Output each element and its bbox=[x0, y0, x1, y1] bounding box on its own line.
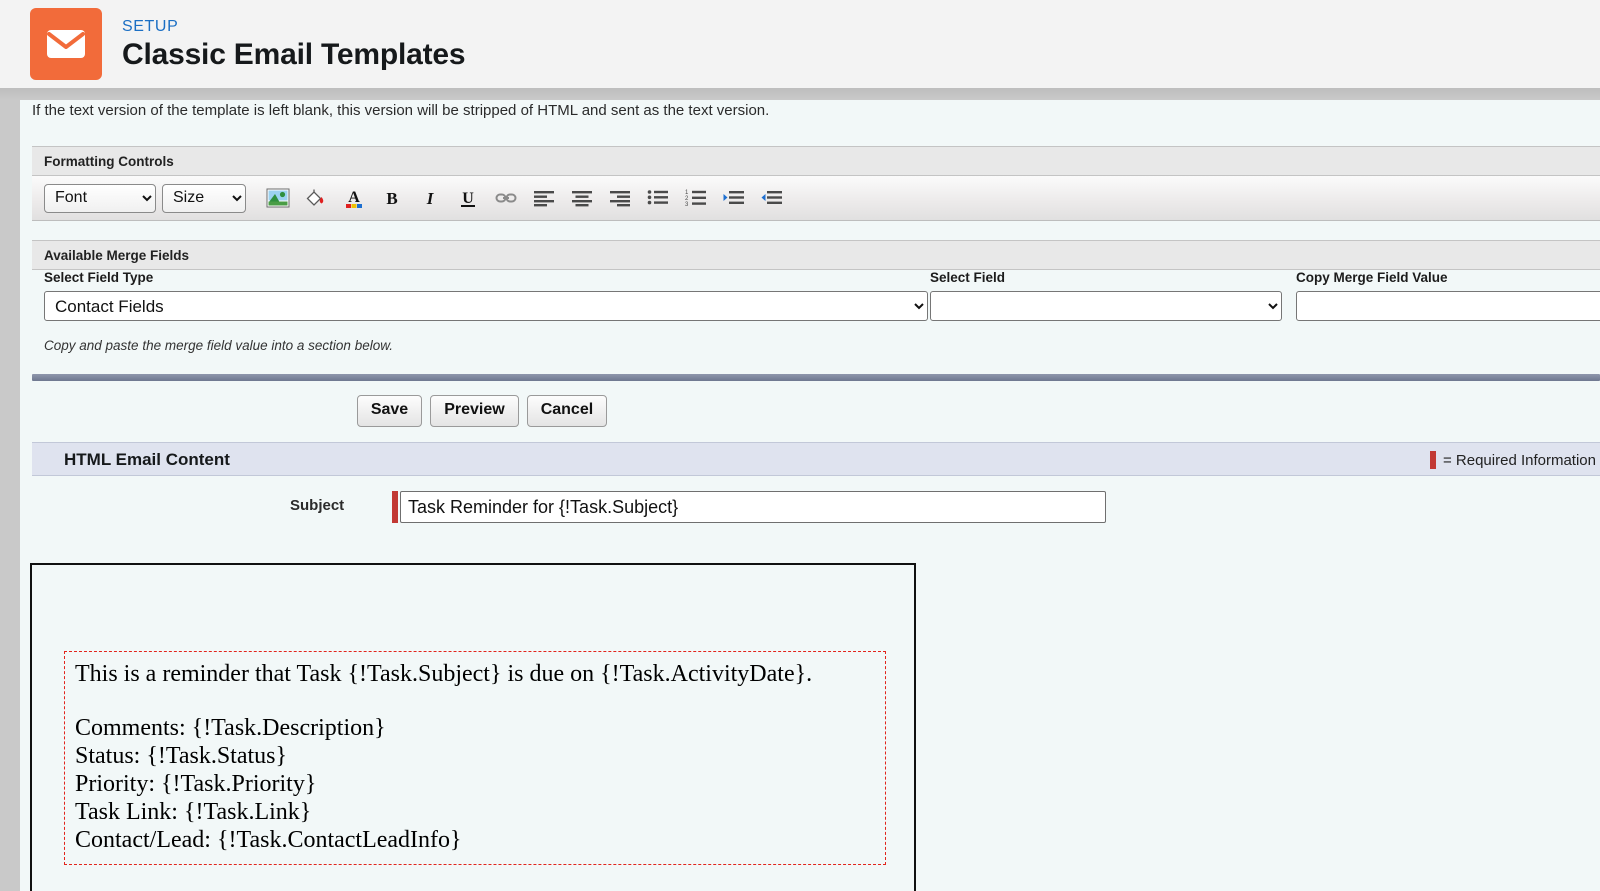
subject-required-marker-icon bbox=[392, 491, 398, 523]
formatting-controls-panel: Formatting Controls Font Size A B I U 1 … bbox=[32, 146, 1600, 221]
merge-fields-body: Select Field Type Contact Fields Select … bbox=[32, 270, 1600, 376]
email-body-line: This is a reminder that Task {!Task.Subj… bbox=[75, 661, 813, 687]
insert-link-icon[interactable] bbox=[491, 183, 521, 213]
page-title: Classic Email Templates bbox=[122, 37, 466, 71]
copy-merge-field-value-label: Copy Merge Field Value bbox=[1296, 270, 1448, 285]
action-buttons: Save Preview Cancel bbox=[32, 388, 932, 434]
svg-text:B: B bbox=[386, 189, 397, 208]
preview-button[interactable]: Preview bbox=[430, 395, 519, 427]
required-legend-text: = Required Information bbox=[1442, 451, 1596, 469]
required-legend: = Required Information bbox=[1429, 451, 1596, 469]
select-field-dropdown[interactable] bbox=[930, 291, 1282, 321]
select-field-group: Select Field bbox=[930, 270, 1282, 321]
page-root: SETUP Classic Email Templates If the tex… bbox=[0, 0, 1600, 891]
merge-fields-hint: Copy and paste the merge field value int… bbox=[44, 338, 393, 353]
html-email-content-title: HTML Email Content bbox=[64, 450, 230, 469]
actions-divider bbox=[32, 374, 1600, 381]
bulleted-list-icon[interactable] bbox=[643, 183, 673, 213]
required-marker-icon bbox=[1429, 451, 1436, 469]
select-field-type-dropdown[interactable]: Contact Fields bbox=[44, 291, 928, 321]
setup-eyebrow: SETUP bbox=[122, 17, 179, 35]
available-merge-fields-panel: Available Merge Fields Select Field Type… bbox=[32, 240, 1600, 376]
size-select[interactable]: Size bbox=[162, 183, 246, 213]
save-button[interactable]: Save bbox=[356, 395, 423, 427]
select-field-label: Select Field bbox=[930, 270, 1006, 285]
align-left-icon[interactable] bbox=[529, 183, 559, 213]
svg-text:I: I bbox=[426, 189, 435, 208]
envelope-icon bbox=[30, 8, 102, 80]
formatting-controls-title: Formatting Controls bbox=[32, 146, 1600, 176]
font-color-icon[interactable]: A bbox=[339, 183, 369, 213]
text-version-note: If the text version of the template is l… bbox=[32, 102, 770, 119]
email-body-line: Status: {!Task.Status} bbox=[75, 743, 288, 770]
subject-label: Subject bbox=[290, 497, 345, 514]
cancel-button[interactable]: Cancel bbox=[526, 395, 608, 427]
select-field-type-group: Select Field Type Contact Fields bbox=[44, 270, 928, 321]
background-color-icon[interactable] bbox=[301, 183, 331, 213]
header-divider bbox=[0, 88, 1600, 100]
bold-icon[interactable]: B bbox=[377, 183, 407, 213]
html-body-editor[interactable]: This is a reminder that Task {!Task.Subj… bbox=[30, 563, 916, 891]
copy-merge-field-value-group: Copy Merge Field Value bbox=[1296, 270, 1600, 321]
underline-icon[interactable]: U bbox=[453, 183, 483, 213]
html-email-content-header: HTML Email Content = Required Informatio… bbox=[32, 442, 1600, 476]
outdent-icon[interactable] bbox=[757, 183, 787, 213]
font-select[interactable]: Font bbox=[44, 183, 156, 213]
email-body-line: Priority: {!Task.Priority} bbox=[75, 771, 317, 798]
subject-row: Subject bbox=[32, 488, 1600, 536]
italic-icon[interactable]: I bbox=[415, 183, 445, 213]
svg-text:A: A bbox=[348, 189, 360, 206]
formatting-toolbar: Font Size A B I U 1 2 3 bbox=[32, 176, 1600, 221]
svg-text:3: 3 bbox=[685, 202, 689, 208]
numbered-list-icon[interactable]: 1 2 3 bbox=[681, 183, 711, 213]
svg-text:U: U bbox=[462, 190, 474, 207]
email-body-blank-line bbox=[75, 688, 875, 714]
copy-merge-field-value-input[interactable] bbox=[1296, 291, 1600, 321]
email-body-line: Comments: {!Task.Description} bbox=[75, 715, 386, 742]
email-body-line: Contact/Lead: {!Task.ContactLeadInfo} bbox=[75, 827, 462, 854]
setup-header: SETUP Classic Email Templates bbox=[0, 0, 1600, 88]
select-field-type-label: Select Field Type bbox=[44, 270, 154, 285]
merge-fields-title: Available Merge Fields bbox=[32, 240, 1600, 270]
subject-input[interactable] bbox=[400, 491, 1106, 523]
align-right-icon[interactable] bbox=[605, 183, 635, 213]
email-body-line: Task Link: {!Task.Link} bbox=[75, 799, 312, 826]
insert-image-icon[interactable] bbox=[263, 183, 293, 213]
content-card: If the text version of the template is l… bbox=[20, 100, 1600, 891]
email-body-content[interactable]: This is a reminder that Task {!Task.Subj… bbox=[64, 651, 886, 866]
indent-icon[interactable] bbox=[719, 183, 749, 213]
align-center-icon[interactable] bbox=[567, 183, 597, 213]
